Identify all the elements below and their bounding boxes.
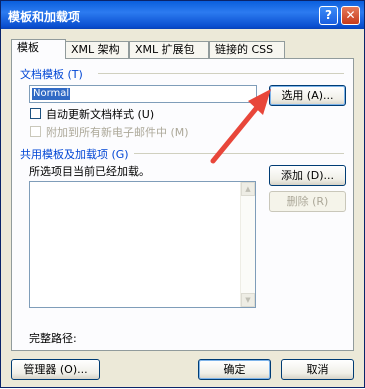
section-divider <box>134 153 344 154</box>
document-template-value: Normal <box>32 88 71 100</box>
tab-linked-css[interactable]: 链接的 CSS <box>209 41 285 58</box>
scroll-up-icon[interactable]: ▲ <box>241 182 255 196</box>
tab-xml-expansion-pack[interactable]: XML 扩展包 <box>129 41 209 58</box>
document-template-field[interactable]: Normal <box>29 85 257 103</box>
global-templates-heading: 共用模板及加载项 (G) <box>20 148 129 161</box>
title-bar[interactable]: 模板和加载项 ? ✕ <box>1 1 364 29</box>
cancel-button[interactable]: 取消 <box>281 359 354 380</box>
help-button[interactable]: ? <box>319 6 338 25</box>
list-scrollbar[interactable]: ▲ ▼ <box>240 182 255 307</box>
attach-button[interactable]: 选用 (A)... <box>269 85 346 106</box>
attach-email-label: 附加到所有新电子邮件中 (M) <box>46 126 189 139</box>
document-template-heading: 文档模板 (T) <box>20 68 83 81</box>
scroll-down-icon[interactable]: ▼ <box>241 293 255 307</box>
help-icon: ? <box>325 8 332 22</box>
section-divider <box>98 73 344 74</box>
add-button[interactable]: 添加 (D)... <box>269 165 346 186</box>
global-templates-caption: 所选项目当前已经加载。 <box>29 165 150 178</box>
close-icon: ✕ <box>345 8 356 22</box>
attach-email-checkbox[interactable] <box>30 126 41 137</box>
ok-button[interactable]: 确定 <box>198 359 271 380</box>
templates-panel: 文档模板 (T) Normal 选用 (A)... 自动更新文档样式 (U) 附… <box>11 58 354 351</box>
dialog-title: 模板和加载项 <box>8 10 81 24</box>
close-button[interactable]: ✕ <box>341 6 360 25</box>
organizer-button[interactable]: 管理器 (O)... <box>11 359 100 380</box>
remove-button[interactable]: 删除 (R) <box>269 191 346 212</box>
tab-templates[interactable]: 模板 <box>11 39 66 59</box>
full-path-label: 完整路径: <box>29 332 77 345</box>
auto-update-checkbox[interactable] <box>30 108 41 119</box>
templates-addins-dialog: 模板和加载项 ? ✕ 模板 XML 架构 XML 扩展包 链接的 CSS 文档模… <box>0 0 365 388</box>
auto-update-label: 自动更新文档样式 (U) <box>46 108 155 121</box>
global-templates-list[interactable]: ▲ ▼ <box>29 181 256 308</box>
tab-xml-schema[interactable]: XML 架构 <box>65 41 129 58</box>
